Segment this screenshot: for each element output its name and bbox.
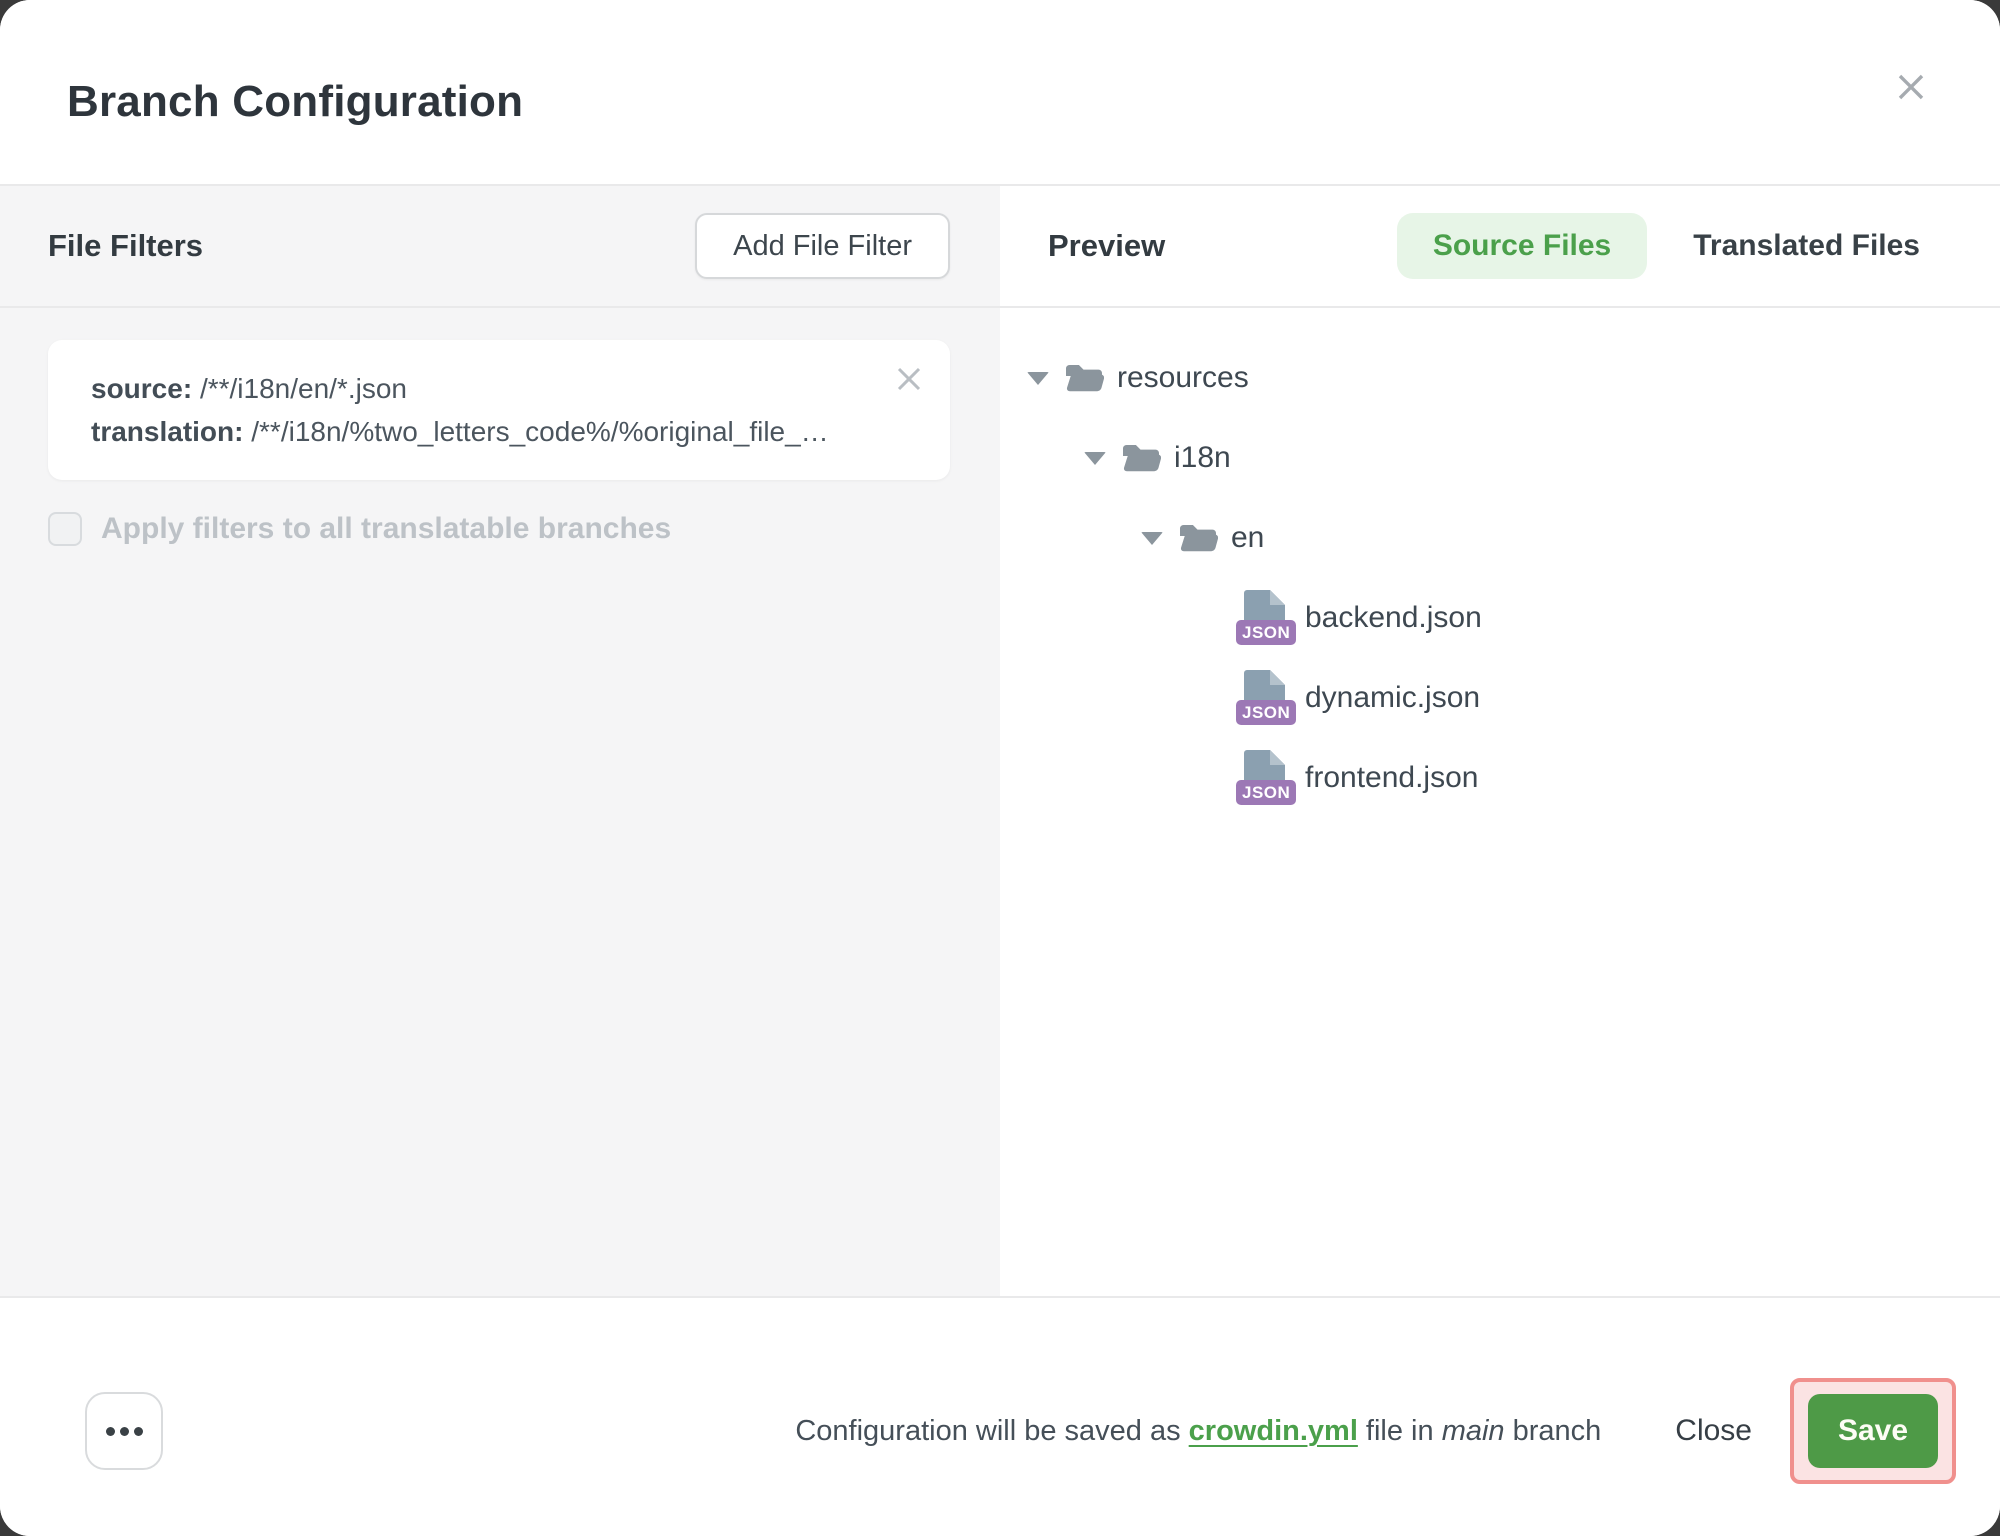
chevron-down-icon[interactable] [1141,532,1163,545]
caret-slot [1141,532,1178,545]
dialog-body: File Filters Add File Filter source: /**… [0,186,2000,1296]
add-file-filter-button[interactable]: Add File Filter [695,213,950,279]
file-filters-header: File Filters Add File Filter [0,186,1000,308]
file-filters-panel: File Filters Add File Filter source: /**… [0,186,1000,1296]
apply-filters-checkbox[interactable] [48,512,82,546]
ellipsis-dot [120,1427,129,1436]
save-button[interactable]: Save [1808,1394,1938,1468]
tree-item-label: dynamic.json [1305,681,1480,715]
filter-source-label: source: [91,373,192,404]
ellipsis-dot [134,1427,143,1436]
caret-slot [1198,692,1235,705]
filter-translation-value: /**/i18n/%two_letters_code%/%original_fi… [251,416,828,447]
ellipsis-dot [106,1427,115,1436]
remove-filter-icon[interactable] [892,362,926,396]
filter-source-value: /**/i18n/en/*.json [200,373,407,404]
tree-row[interactable]: JSON frontend.json [1000,738,2000,818]
caret-slot [1084,452,1121,465]
file-filters-list: source: /**/i18n/en/*.json translation: … [0,308,1000,546]
json-file-icon: JSON [1235,669,1293,727]
json-badge: JSON [1236,620,1296,645]
save-location-note: Configuration will be saved as crowdin.y… [795,1415,1601,1448]
preview-header: Preview Source Files Translated Files [1000,186,2000,308]
chevron-down-icon[interactable] [1084,452,1106,465]
close-button[interactable]: Close [1675,1414,1752,1448]
dialog-footer: Configuration will be saved as crowdin.y… [0,1296,2000,1536]
folder-icon [1064,362,1104,394]
tab-source-files[interactable]: Source Files [1397,213,1647,279]
note-prefix: Configuration will be saved as [795,1415,1188,1447]
folder-icon [1121,442,1161,474]
more-options-button[interactable] [85,1392,163,1470]
tab-translated-files[interactable]: Translated Files [1693,229,1920,263]
tree-row[interactable]: i18n [1000,418,2000,498]
caret-slot [1027,372,1064,385]
dialog-title: Branch Configuration [67,77,523,127]
apply-filters-label: Apply filters to all translatable branch… [101,512,671,546]
tree-item-label: i18n [1174,441,1231,475]
dialog-header: Branch Configuration [0,0,2000,186]
close-x-glyph [1894,70,1928,104]
tree-item-label: resources [1117,361,1249,395]
tree-item-label: frontend.json [1305,761,1478,795]
tree-row[interactable]: en [1000,498,2000,578]
preview-tabs: Source Files Translated Files [1397,213,1920,279]
caret-slot [1198,612,1235,625]
filter-translation-label: translation: [91,416,243,447]
file-tree: resources i18n [1000,308,2000,818]
json-badge: JSON [1236,780,1296,805]
apply-filters-row: Apply filters to all translatable branch… [48,512,950,546]
document-fold [1270,670,1285,685]
file-filter-card[interactable]: source: /**/i18n/en/*.json translation: … [48,340,950,480]
caret-slot [1198,772,1235,785]
preview-heading: Preview [1048,228,1165,264]
tree-row[interactable]: JSON backend.json [1000,578,2000,658]
branch-name: main [1442,1415,1505,1447]
note-suffix: branch [1505,1415,1602,1447]
crowdin-yml-link[interactable]: crowdin.yml [1189,1415,1358,1447]
filter-translation-line: translation: /**/i18n/%two_letters_code%… [91,410,870,453]
chevron-down-icon[interactable] [1027,372,1049,385]
branch-configuration-dialog: Branch Configuration File Filters Add Fi… [0,0,2000,1536]
document-fold [1270,750,1285,765]
tree-item-label: backend.json [1305,601,1482,635]
note-middle: file in [1358,1415,1442,1447]
filter-source-line: source: /**/i18n/en/*.json [91,367,870,410]
folder-icon [1178,522,1218,554]
json-badge: JSON [1236,700,1296,725]
close-icon[interactable] [1888,64,1934,110]
document-fold [1270,590,1285,605]
tree-row[interactable]: resources [1000,338,2000,418]
file-filters-heading: File Filters [48,228,203,264]
tree-item-label: en [1231,521,1264,555]
preview-panel: Preview Source Files Translated Files re… [1000,186,2000,1296]
tree-row[interactable]: JSON dynamic.json [1000,658,2000,738]
json-file-icon: JSON [1235,589,1293,647]
json-file-icon: JSON [1235,749,1293,807]
save-button-highlight: Save [1790,1378,1956,1484]
remove-x-glyph [894,364,924,394]
